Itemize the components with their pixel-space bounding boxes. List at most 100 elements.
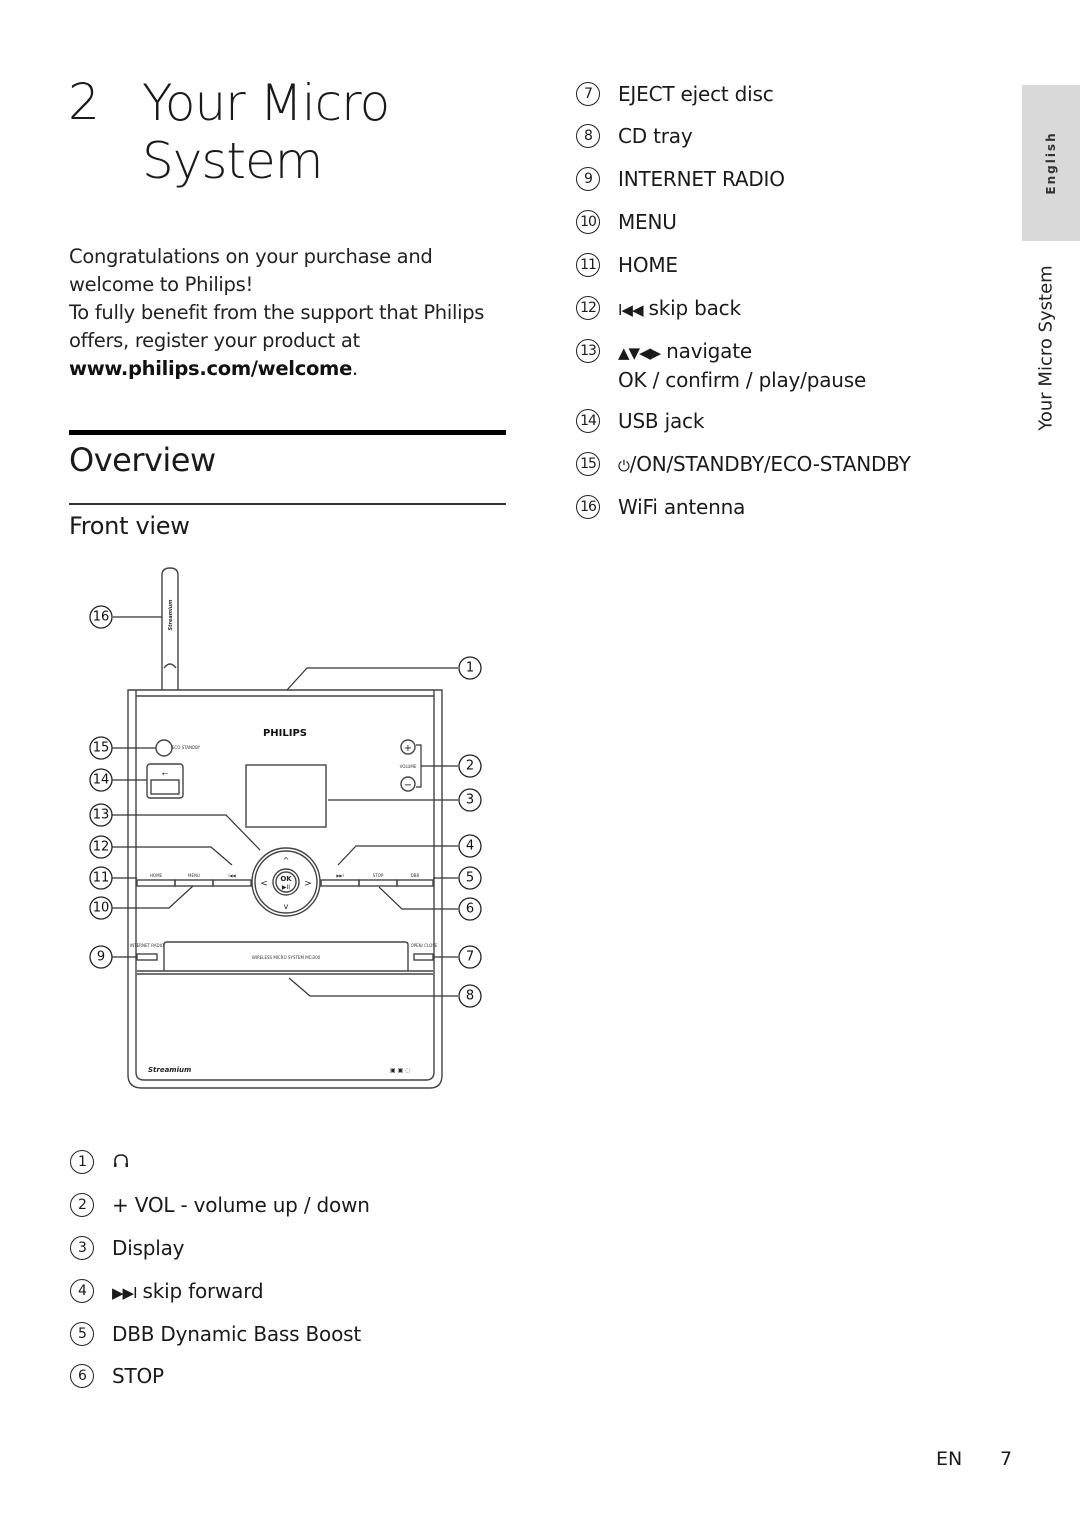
- dbb-button-label: DBB: [411, 873, 420, 878]
- skip-back-button-label: I◀◀: [228, 873, 236, 878]
- legend-text: USB jack: [618, 409, 705, 433]
- legend-number: 11: [576, 253, 600, 277]
- legend-item-9: 9 INTERNET RADIO: [576, 166, 785, 193]
- usb-jack: ⭠: [146, 763, 184, 799]
- nav-up-icon: ^: [283, 856, 290, 865]
- svg-text:3: 3: [466, 793, 474, 808]
- streamium-logo: Streamium: [148, 1066, 191, 1074]
- legend-text: /ON/STANDBY/ECO-STANDBY: [629, 452, 911, 476]
- legend-text: DBB Dynamic Bass Boost: [112, 1322, 361, 1346]
- ok-label: OK: [280, 875, 292, 883]
- callout-13: 13: [89, 803, 113, 827]
- legend-text: skip back: [648, 296, 742, 320]
- legend-number: 14: [576, 409, 600, 433]
- callout-9: 9: [89, 945, 113, 969]
- legend-text: + VOL - volume up / down: [112, 1193, 370, 1217]
- legend-number: 12: [576, 296, 600, 320]
- svg-text:16: 16: [93, 610, 110, 625]
- nav-right-icon: >: [304, 879, 312, 889]
- certification-logos: ▣ ▣ ◌: [390, 1067, 410, 1074]
- legend-text: INTERNET RADIO: [618, 167, 785, 191]
- legend-text: navigate: [666, 339, 752, 363]
- svg-text:9: 9: [97, 950, 105, 965]
- svg-text:1: 1: [466, 661, 474, 676]
- legend-number: 7: [576, 82, 600, 106]
- intro-text: Congratulations on your purchase and wel…: [69, 243, 509, 383]
- legend-item-7: 7 EJECT eject disc: [576, 81, 774, 108]
- nav-left-icon: <: [260, 879, 268, 889]
- overview-heading: Overview: [69, 441, 216, 479]
- legend-number: 10: [576, 210, 600, 234]
- legend-item-15: 15 ⏻/ON/STANDBY/ECO-STANDBY: [576, 451, 911, 480]
- legend-item-10: 10 MENU: [576, 209, 677, 236]
- page-number: 7: [1000, 1448, 1013, 1470]
- legend-item-5: 5 DBB Dynamic Bass Boost: [70, 1321, 361, 1348]
- legend-text: Display: [112, 1236, 185, 1260]
- stop-button-label: STOP: [373, 873, 384, 878]
- legend-number: 9: [576, 167, 600, 191]
- legend-text: HOME: [618, 253, 678, 277]
- legend-item-3: 3 Display: [70, 1235, 185, 1262]
- cd-tray: WIRELESS MICRO SYSTEM MCi300 INTERNET RA…: [130, 941, 438, 975]
- legend-number: 6: [70, 1364, 94, 1388]
- svg-text:11: 11: [93, 871, 110, 886]
- navigation-pad: OK ▶II ^ v < >: [251, 847, 321, 917]
- svg-text:8: 8: [466, 989, 474, 1004]
- nav-down-icon: v: [284, 902, 289, 911]
- navigate-arrows-icon: ▲▼◀▶: [618, 344, 661, 362]
- section-divider-thick: [69, 430, 506, 435]
- standby-button: ECO STANDBY: [155, 739, 201, 757]
- intro-register: To fully benefit from the support that P…: [69, 301, 485, 352]
- legend-number: 15: [576, 452, 600, 476]
- callout-12: 12: [89, 835, 113, 859]
- legend-item-6: 6 STOP: [70, 1363, 164, 1390]
- callout-10: 10: [89, 896, 113, 920]
- legend-item-2: 2 + VOL - volume up / down: [70, 1192, 370, 1219]
- wifi-antenna: Streamium: [161, 567, 179, 690]
- power-icon: ⏻: [618, 457, 630, 475]
- callout-14: 14: [89, 768, 113, 792]
- svg-text:13: 13: [93, 808, 110, 823]
- volume-down-icon: −: [404, 780, 412, 791]
- svg-text:12: 12: [93, 840, 110, 855]
- philips-logo: PHILIPS: [263, 728, 307, 739]
- language-tab[interactable]: English: [1022, 85, 1080, 241]
- chapter-title: Your Micro System: [142, 74, 390, 190]
- legend-number: 2: [70, 1193, 94, 1217]
- svg-text:2: 2: [466, 759, 474, 774]
- open-close-label: OPEN/ CLOSE: [411, 943, 438, 948]
- callout-2: 2: [458, 754, 482, 778]
- chapter-number: 2: [68, 73, 100, 131]
- legend-text: CD tray: [618, 124, 693, 148]
- svg-text:7: 7: [466, 950, 474, 965]
- callout-11: 11: [89, 866, 113, 890]
- legend-number: 8: [576, 124, 600, 148]
- svg-text:14: 14: [93, 773, 110, 788]
- front-view-heading: Front view: [69, 512, 190, 540]
- language-label: English: [1044, 131, 1058, 195]
- legend-number: 3: [70, 1236, 94, 1260]
- legend-item-4: 4 ▶▶I skip forward: [70, 1278, 264, 1307]
- callout-4: 4: [458, 834, 482, 858]
- callout-lines: [112, 616, 458, 997]
- legend-text: WiFi antenna: [618, 495, 746, 519]
- skip-forward-button-label: ▶▶I: [336, 873, 343, 878]
- callout-1: 1: [458, 656, 482, 680]
- model-label: WIRELESS MICRO SYSTEM MCi300: [252, 955, 321, 960]
- volume-up-icon: +: [404, 743, 412, 754]
- callout-15: 15: [89, 736, 113, 760]
- section-divider-thin: [69, 503, 506, 505]
- footer-language: EN: [936, 1448, 963, 1470]
- usb-icon: ⭠: [162, 769, 169, 778]
- home-button-label: HOME: [150, 873, 163, 878]
- legend-text-secondary: OK / confirm / play/pause: [618, 368, 867, 392]
- registration-link[interactable]: www.philips.com/welcome: [69, 357, 352, 380]
- legend-text: STOP: [112, 1364, 164, 1388]
- legend-item-1: 1: [70, 1149, 130, 1176]
- play-pause-icon: ▶II: [282, 884, 290, 891]
- skip-forward-icon: ▶▶I: [112, 1284, 137, 1302]
- callout-3: 3: [458, 788, 482, 812]
- legend-number: 5: [70, 1322, 94, 1346]
- headphones-icon: [112, 1149, 130, 1176]
- svg-text:6: 6: [466, 902, 474, 917]
